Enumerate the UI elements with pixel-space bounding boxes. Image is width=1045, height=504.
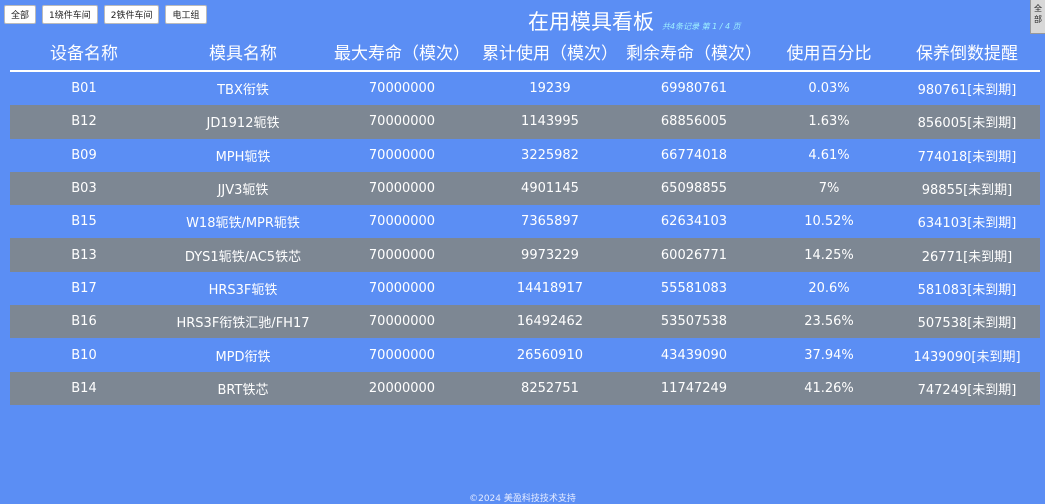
table-cell: B09 [71, 147, 97, 163]
table-cell: 1439090[未到期] [913, 349, 1021, 365]
table-cell: 69980761 [660, 81, 728, 97]
table-body: B01 TBX衔铁 70000000 19239 69980761 0.03% 980761… [10, 72, 1040, 405]
table-cell: 20000000 [368, 380, 436, 396]
table-cell: 0.03% [808, 81, 850, 97]
table-cell: 70000000 [368, 347, 436, 363]
table-cell: 19239 [529, 81, 571, 97]
filter-all-button[interactable]: 全部 [4, 5, 37, 24]
page-title: 在用模具看板 [528, 10, 654, 34]
table-cell: B12 [71, 114, 97, 130]
table-cell: 62634103 [660, 214, 728, 230]
table-row: B09 MPH轭铁 70000000 3225982 66774018 4.61% 7740… [10, 139, 1040, 172]
table-cell: 9973229 [521, 247, 579, 263]
filter-electric-button[interactable]: 电工组 [165, 5, 207, 24]
table-cell: 634103[未到期] [917, 216, 1017, 232]
table-cell: 14.25% [804, 247, 854, 263]
table-cell: JD1912轭铁 [206, 116, 280, 132]
table-cell: JJV3轭铁 [217, 183, 269, 199]
fullscreen-button[interactable]: 全部 [1030, 0, 1045, 34]
table-cell: 14418917 [516, 280, 584, 296]
table-row: B16 HRS3F衔铁汇驰/FH17 70000000 16492462 5350753… [10, 305, 1040, 339]
table-cell: HRS3F衔铁汇驰/FH17 [176, 316, 310, 332]
table-cell: 11747249 [660, 380, 728, 396]
table-row: B10 MPD衔铁 70000000 26560910 43439090 37.94% 14… [10, 338, 1040, 371]
table-cell: 16492462 [516, 314, 584, 330]
filter-bar: 全部 1绕件车间 2铁件车间 电工组 [4, 5, 207, 24]
column-header: 使用百分比 [786, 44, 872, 64]
table-cell: 70000000 [368, 280, 436, 296]
table-cell: 26771[未到期] [921, 249, 1013, 265]
column-header: 剩余寿命（模次） [626, 44, 762, 64]
column-header: 累计使用（模次） [482, 44, 618, 64]
pagination-info: 共4条记录 第 1 / 4 页 [662, 22, 741, 31]
table-cell: 4.61% [808, 147, 850, 163]
table-cell: 4901145 [521, 181, 579, 197]
table-cell: 7% [818, 181, 840, 197]
table-cell: B15 [71, 214, 97, 230]
table-cell: B10 [71, 347, 97, 363]
table-row: B17 HRS3F轭铁 70000000 14418917 55581083 20.6% 5… [10, 272, 1040, 305]
table-cell: 980761[未到期] [917, 83, 1017, 99]
column-header: 设备名称 [50, 44, 118, 64]
table-cell: 70000000 [368, 247, 436, 263]
table-cell: 1143995 [521, 114, 579, 130]
table-cell: MPH轭铁 [215, 149, 271, 165]
table-row: B15 W18轭铁/MPR轭铁 70000000 7365897 62634103 10.… [10, 205, 1040, 238]
column-header: 最大寿命（模次） [334, 44, 470, 64]
table-cell: 70000000 [368, 81, 436, 97]
table-cell: 60026771 [660, 247, 728, 263]
table-cell: DYS1轭铁/AC5铁芯 [184, 249, 302, 265]
table-row: B14 BRT铁芯 20000000 8252751 11747249 41.26% 747… [10, 371, 1040, 405]
table-cell: HRS3F轭铁 [208, 282, 278, 298]
table-cell: 1.63% [808, 114, 850, 130]
filter-workshop2-button[interactable]: 2铁件车间 [103, 5, 160, 24]
table-cell: 70000000 [368, 147, 436, 163]
table-cell: 3225982 [521, 147, 579, 163]
table-cell: TBX衔铁 [217, 83, 269, 99]
column-header: 模具名称 [209, 44, 277, 64]
table-cell: 70000000 [368, 314, 436, 330]
table-cell: 20.6% [808, 280, 850, 296]
table-cell: 53507538 [660, 314, 728, 330]
table-cell: W18轭铁/MPR轭铁 [186, 216, 300, 232]
table-cell: 7365897 [521, 214, 579, 230]
table-cell: B13 [71, 247, 97, 263]
table-cell: 70000000 [368, 114, 436, 130]
table-cell: 55581083 [660, 280, 728, 296]
table-cell: 65098855 [660, 181, 728, 197]
table-cell: 23.56% [804, 314, 854, 330]
column-header: 保养倒数提醒 [916, 44, 1018, 64]
table-row: B12 JD1912轭铁 70000000 1143995 68856005 1.63% 8… [10, 105, 1040, 139]
table-cell: 507538[未到期] [917, 316, 1017, 332]
table-cell: 856005[未到期] [917, 116, 1017, 132]
table-cell: 774018[未到期] [917, 149, 1017, 165]
table-cell: 70000000 [368, 214, 436, 230]
table-cell: 581083[未到期] [917, 282, 1017, 298]
filter-workshop1-button[interactable]: 1绕件车间 [42, 5, 98, 24]
table-cell: 8252751 [521, 380, 579, 396]
table-row: B13 DYS1轭铁/AC5铁芯 70000000 9973229 60026771 14… [10, 238, 1040, 272]
table-cell: 43439090 [660, 347, 728, 363]
title-area: 在用模具看板 共4条记录 第 1 / 4 页 [528, 6, 741, 36]
table-header: 设备名称 模具名称 最大寿命（模次） 累计使用（模次） 剩余寿命（模次） 使用百… [10, 40, 1040, 72]
table-cell: B03 [71, 181, 97, 197]
table-cell: 70000000 [368, 181, 436, 197]
table-cell: 10.52% [804, 214, 854, 230]
table-row: B03 JJV3轭铁 70000000 4901145 65098855 7% 98855[… [10, 171, 1040, 206]
table-cell: 66774018 [660, 147, 728, 163]
table-cell: BRT铁芯 [217, 382, 269, 398]
table-cell: 26560910 [516, 347, 584, 363]
table-cell: B01 [71, 81, 97, 97]
table-cell: 41.26% [804, 380, 854, 396]
table-cell: MPD衔铁 [215, 349, 271, 365]
table-cell: 37.94% [804, 347, 854, 363]
table-cell: 98855[未到期] [921, 183, 1013, 199]
table-cell: B17 [71, 280, 97, 296]
table-cell: B16 [71, 314, 97, 330]
table-cell: B14 [71, 380, 97, 396]
table-row: B01 TBX衔铁 70000000 19239 69980761 0.03% 980761… [10, 72, 1040, 105]
table-cell: 747249[未到期] [917, 382, 1017, 398]
table-cell: 68856005 [660, 114, 728, 130]
